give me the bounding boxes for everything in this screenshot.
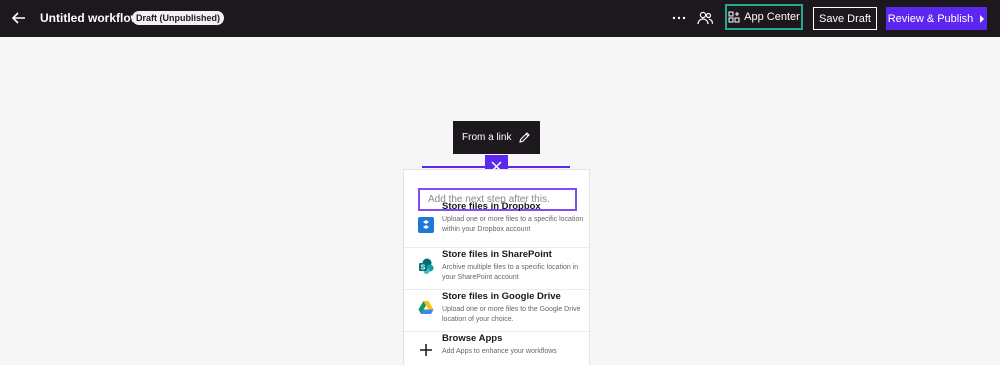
top-bar: Untitled workflow Draft (Unpublished) Ap…	[0, 0, 1000, 37]
save-draft-button[interactable]: Save Draft	[813, 7, 877, 30]
google-drive-icon	[418, 301, 434, 314]
picker-item-dropbox[interactable]: Store files in Dropbox Upload one or mor…	[404, 201, 589, 247]
picker-item-sharepoint[interactable]: S Store files in SharePoint Archive mult…	[404, 247, 589, 289]
svg-text:S: S	[421, 265, 426, 272]
status-badge: Draft (Unpublished)	[132, 11, 224, 25]
collaborators-icon[interactable]	[696, 9, 714, 27]
more-options-icon[interactable]	[670, 9, 688, 27]
item-name: Store files in Dropbox	[442, 201, 541, 212]
item-description: Archive multiple files to a specific loc…	[442, 264, 579, 281]
item-name: Browse Apps	[442, 333, 503, 344]
item-description: Add Apps to enhance your workflows	[442, 348, 557, 355]
app-center-button[interactable]: App Center	[725, 4, 803, 30]
plus-icon	[420, 344, 432, 356]
pencil-icon[interactable]	[518, 131, 531, 144]
workflow-step-card[interactable]: From a link	[453, 121, 540, 154]
review-publish-label: Review & Publish	[887, 12, 974, 25]
item-name: Store files in SharePoint	[442, 249, 552, 260]
review-publish-button[interactable]: Review & Publish	[886, 7, 987, 30]
picker-item-browse-apps[interactable]: Browse Apps Add Apps to enhance your wor…	[404, 331, 589, 365]
back-arrow-icon[interactable]	[10, 9, 28, 27]
caret-right-icon	[980, 14, 985, 23]
step-label: From a link	[462, 132, 512, 143]
item-description: Upload one or more files to a specific l…	[442, 216, 584, 233]
workflow-title[interactable]: Untitled workflow	[40, 11, 140, 25]
app-grid-icon	[728, 11, 740, 23]
app-center-label: App Center	[744, 11, 800, 23]
sharepoint-icon: S	[419, 258, 434, 274]
picker-item-google-drive[interactable]: Store files in Google Drive Upload one o…	[404, 289, 589, 331]
item-description: Upload one or more files to the Google D…	[442, 306, 581, 323]
item-name: Store files in Google Drive	[442, 291, 561, 302]
dropbox-icon	[418, 217, 434, 233]
step-picker-panel: Store files in Dropbox Upload one or mor…	[403, 169, 590, 365]
